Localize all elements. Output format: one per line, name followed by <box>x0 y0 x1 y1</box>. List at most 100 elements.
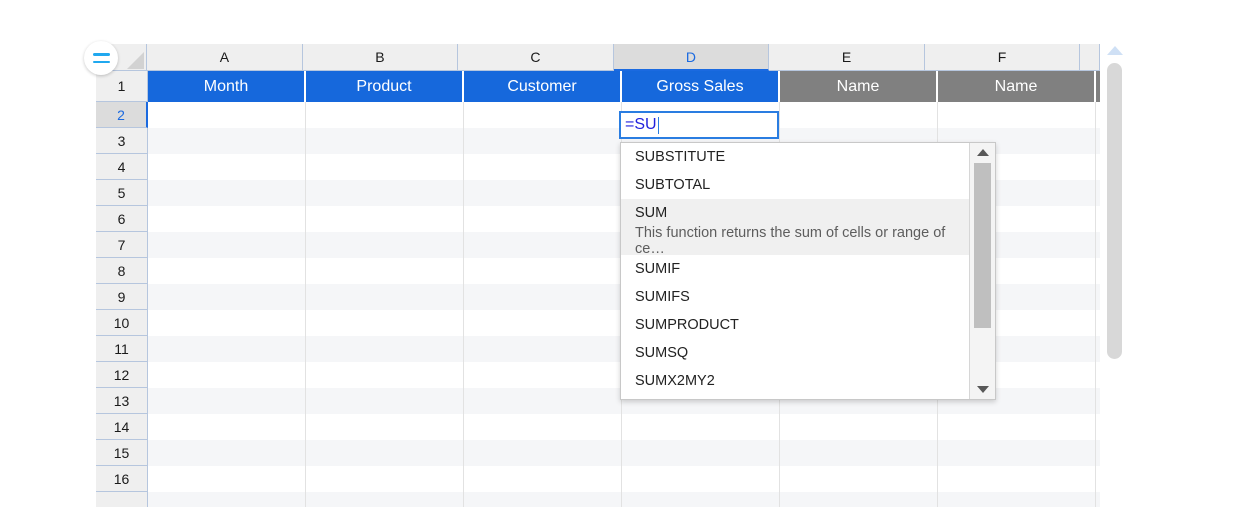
cell-c8[interactable] <box>464 258 622 284</box>
equals-menu-icon[interactable] <box>84 41 118 75</box>
cell-a3[interactable] <box>148 128 306 154</box>
cell-b9[interactable] <box>306 284 464 310</box>
list-item[interactable]: SUMPRODUCT <box>621 311 969 339</box>
cell-g5[interactable] <box>1096 180 1100 206</box>
vertical-scrollbar[interactable] <box>1104 44 1126 507</box>
table-header-name-e[interactable]: Name <box>780 71 938 102</box>
column-header-b[interactable]: B <box>302 44 459 71</box>
row-header-2[interactable]: 2 <box>96 102 148 128</box>
cell-a12[interactable] <box>148 362 306 388</box>
formula-cell-editor[interactable]: =SU <box>619 111 779 139</box>
list-item-selected[interactable]: SUM <box>621 199 969 227</box>
list-item[interactable]: SUMIFS <box>621 283 969 311</box>
cell-c15[interactable] <box>464 440 622 466</box>
cell-a10[interactable] <box>148 310 306 336</box>
cell-a13[interactable] <box>148 388 306 414</box>
column-header-a[interactable]: A <box>147 44 303 71</box>
cell-c3[interactable] <box>464 128 622 154</box>
cell-c7[interactable] <box>464 232 622 258</box>
row-header-7[interactable]: 7 <box>96 232 148 258</box>
cell-g8[interactable] <box>1096 258 1100 284</box>
cell-c4[interactable] <box>464 154 622 180</box>
cell-g14[interactable] <box>1096 414 1100 440</box>
cell-b16[interactable] <box>306 466 464 492</box>
cell-c12[interactable] <box>464 362 622 388</box>
row-header-11[interactable]: 11 <box>96 336 148 362</box>
cell-g12[interactable] <box>1096 362 1100 388</box>
row-header-16[interactable]: 16 <box>96 466 148 492</box>
cell-b14[interactable] <box>306 414 464 440</box>
column-header-d[interactable]: D <box>613 44 770 71</box>
cell-f16[interactable] <box>938 466 1096 492</box>
list-item[interactable]: SUMX2PY2 <box>621 395 969 399</box>
cell-e17[interactable] <box>780 492 938 507</box>
cell-b10[interactable] <box>306 310 464 336</box>
cell-c6[interactable] <box>464 206 622 232</box>
cell-c5[interactable] <box>464 180 622 206</box>
cell-b17[interactable] <box>306 492 464 507</box>
cell-g6[interactable] <box>1096 206 1100 232</box>
row-header-17-partial[interactable] <box>96 492 148 507</box>
cell-b2[interactable] <box>306 102 464 128</box>
list-item[interactable]: SUBSTITUTE <box>621 143 969 171</box>
triangle-up-icon[interactable] <box>1107 46 1123 55</box>
cell-b15[interactable] <box>306 440 464 466</box>
table-header-product[interactable]: Product <box>306 71 464 102</box>
scrollbar-thumb[interactable] <box>1107 63 1122 359</box>
autocomplete-list[interactable]: SUBSTITUTE SUBTOTAL SUM This function re… <box>621 143 969 399</box>
cell-a7[interactable] <box>148 232 306 258</box>
row-header-1[interactable]: 1 <box>96 71 148 102</box>
cell-d16[interactable] <box>622 466 780 492</box>
cell-c9[interactable] <box>464 284 622 310</box>
cell-e14[interactable] <box>780 414 938 440</box>
cell-g2[interactable] <box>1096 102 1100 128</box>
scrollbar-thumb[interactable] <box>974 163 991 328</box>
cell-a16[interactable] <box>148 466 306 492</box>
list-item[interactable]: SUBTOTAL <box>621 171 969 199</box>
cell-g3[interactable] <box>1096 128 1100 154</box>
table-header-name-f[interactable]: Name <box>938 71 1096 102</box>
row-header-10[interactable]: 10 <box>96 310 148 336</box>
table-header-gross-sales[interactable]: Gross Sales <box>622 71 780 102</box>
cell-b7[interactable] <box>306 232 464 258</box>
cell-g9[interactable] <box>1096 284 1100 310</box>
cell-c11[interactable] <box>464 336 622 362</box>
cell-f2[interactable] <box>938 102 1096 128</box>
cell-a14[interactable] <box>148 414 306 440</box>
cell-g15[interactable] <box>1096 440 1100 466</box>
autocomplete-scrollbar[interactable] <box>969 143 995 399</box>
cell-b12[interactable] <box>306 362 464 388</box>
cell-g11[interactable] <box>1096 336 1100 362</box>
cell-a11[interactable] <box>148 336 306 362</box>
cell-g10[interactable] <box>1096 310 1100 336</box>
column-header-g-partial[interactable] <box>1080 44 1100 71</box>
cell-f14[interactable] <box>938 414 1096 440</box>
row-header-8[interactable]: 8 <box>96 258 148 284</box>
cell-a2[interactable] <box>148 102 306 128</box>
triangle-down-icon[interactable] <box>970 381 995 398</box>
cell-a8[interactable] <box>148 258 306 284</box>
row-header-14[interactable]: 14 <box>96 414 148 440</box>
row-header-6[interactable]: 6 <box>96 206 148 232</box>
row-header-9[interactable]: 9 <box>96 284 148 310</box>
cell-a15[interactable] <box>148 440 306 466</box>
cell-b8[interactable] <box>306 258 464 284</box>
cell-g13[interactable] <box>1096 388 1100 414</box>
row-header-13[interactable]: 13 <box>96 388 148 414</box>
cell-b11[interactable] <box>306 336 464 362</box>
list-item[interactable]: SUMIF <box>621 255 969 283</box>
row-header-15[interactable]: 15 <box>96 440 148 466</box>
cell-b6[interactable] <box>306 206 464 232</box>
cell-a4[interactable] <box>148 154 306 180</box>
cell-e16[interactable] <box>780 466 938 492</box>
cell-a5[interactable] <box>148 180 306 206</box>
list-item[interactable]: SUMX2MY2 <box>621 367 969 395</box>
cell-d15[interactable] <box>622 440 780 466</box>
cell-c2[interactable] <box>464 102 622 128</box>
cell-f15[interactable] <box>938 440 1096 466</box>
function-autocomplete-dropdown[interactable]: SUBSTITUTE SUBTOTAL SUM This function re… <box>620 142 996 400</box>
column-header-e[interactable]: E <box>769 44 925 71</box>
cell-b3[interactable] <box>306 128 464 154</box>
cell-e15[interactable] <box>780 440 938 466</box>
triangle-up-icon[interactable] <box>970 144 995 161</box>
